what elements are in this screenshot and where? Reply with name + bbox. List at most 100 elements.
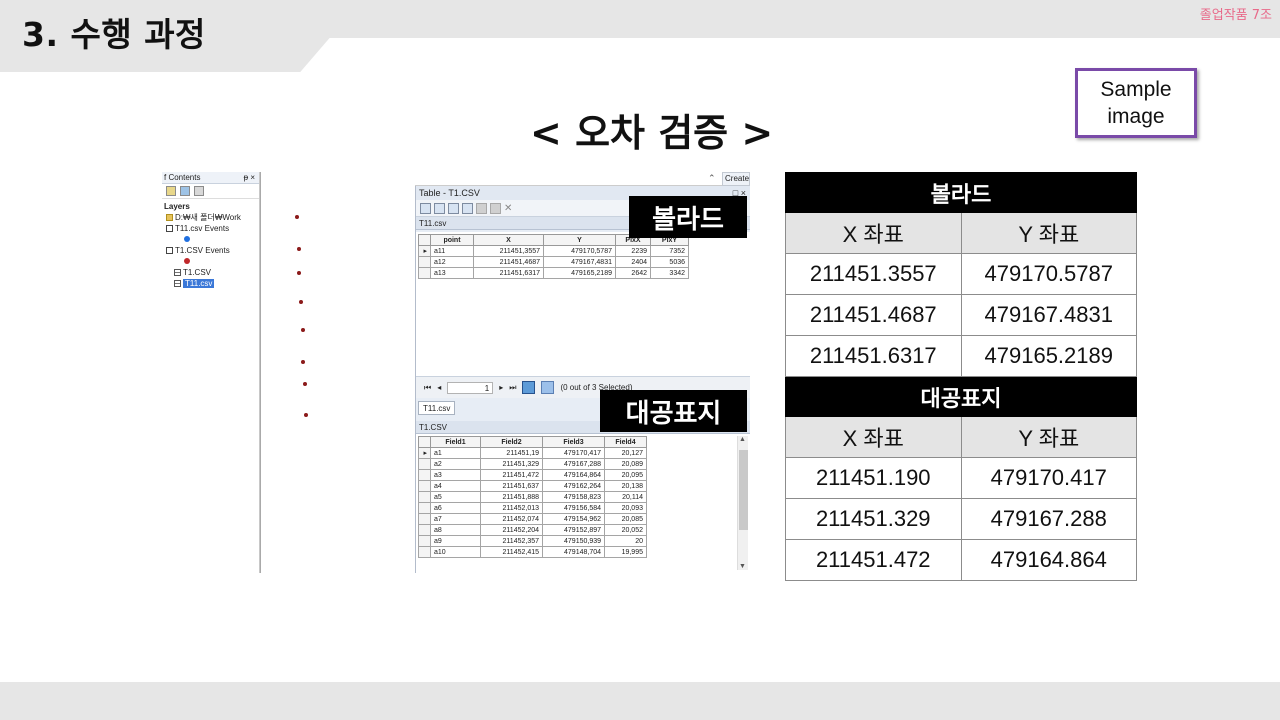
row-selector[interactable] — [418, 546, 431, 558]
table-t11[interactable]: T11.csv — [164, 278, 257, 289]
table-row[interactable]: a7 211452,074 479154,962 20,085 — [418, 513, 647, 525]
tab-t11-csv[interactable]: T11.csv — [418, 401, 456, 415]
record-number-input[interactable]: 1 — [447, 381, 494, 394]
chevron-down-icon[interactable]: ▼ — [739, 563, 746, 570]
zoom-to-selected-icon[interactable] — [490, 202, 501, 214]
row-selector[interactable] — [418, 256, 431, 268]
table-cell: a2 — [430, 458, 481, 470]
column-header[interactable]: Field2 — [480, 436, 543, 448]
row-selector[interactable] — [418, 267, 431, 279]
y-header: Y 좌표 — [960, 212, 1137, 254]
table-row[interactable]: a9 211452,357 479150,939 20 — [418, 535, 647, 547]
row-selector[interactable] — [418, 524, 431, 536]
row-selector[interactable]: ▸ — [418, 245, 431, 257]
map-view[interactable] — [260, 172, 415, 573]
team-tag: 졸업작품 7조 — [1199, 8, 1272, 23]
table-cell: 20,095 — [604, 469, 647, 481]
table-row[interactable]: a4 211451,637 479162,264 20,138 — [418, 480, 647, 492]
table-row[interactable]: a12 211451,4687 479167,4831 2404 5036 — [418, 256, 689, 268]
pin-close-icon[interactable]: ᵽ × — [244, 172, 255, 184]
related-tables-icon[interactable] — [434, 202, 445, 214]
last-record-icon[interactable]: ⏭ — [509, 383, 516, 393]
table-cell: 211452,415 — [480, 546, 543, 558]
row-selector[interactable] — [418, 535, 431, 547]
row-selector[interactable] — [418, 480, 431, 492]
list-by-drawing-order-icon[interactable] — [166, 186, 176, 196]
vertical-scrollbar[interactable]: ▲ ▼ — [737, 436, 748, 570]
workspace-folder[interactable]: D:₩새 폴더₩Work — [164, 212, 257, 223]
row-selector[interactable]: ▸ — [418, 447, 431, 459]
table-t1[interactable]: T1.CSV — [164, 267, 257, 278]
show-selected-records-icon[interactable] — [541, 381, 555, 394]
folder-icon — [166, 214, 173, 222]
chevron-up-icon[interactable]: ▲ — [739, 436, 746, 443]
column-header[interactable]: point — [430, 234, 474, 246]
create-features-tab[interactable]: Create — [722, 172, 750, 186]
table-row[interactable]: a8 211452,204 479152,897 20,052 — [418, 524, 647, 536]
column-header[interactable]: Field4 — [604, 436, 647, 448]
table-row[interactable]: a10 211452,415 479148,704 19,995 — [418, 546, 647, 558]
map-point — [301, 328, 305, 332]
scrollbar-thumb[interactable] — [739, 450, 748, 530]
next-record-icon[interactable]: ▸ — [499, 383, 503, 392]
coordinate-comparison-table: 볼라드 X 좌표 Y 좌표 211451.3557 479170.5787 21… — [785, 172, 1137, 581]
table-row[interactable]: a2 211451,329 479167,288 20,089 — [418, 458, 647, 470]
table-cell: 479148,704 — [542, 546, 605, 558]
chevron-up-icon[interactable]: ⌃ — [708, 173, 716, 184]
column-header[interactable]: Y — [543, 234, 616, 246]
column-header[interactable]: X — [473, 234, 544, 246]
table-options-icon[interactable] — [420, 202, 431, 214]
layers-root[interactable]: Layers — [164, 201, 257, 212]
table-cell: 479170,417 — [542, 447, 605, 459]
bottom-band — [0, 682, 1280, 720]
table-row[interactable]: a5 211451,888 479158,823 20,114 — [418, 491, 647, 503]
table-row[interactable]: ▸ a11 211451,3557 479170,5787 2239 7352 — [418, 245, 689, 257]
slide-title: 3. 수행 과정 — [22, 15, 206, 54]
layer-t11-events[interactable]: T11.csv Events — [164, 223, 257, 234]
table-cell: a8 — [430, 524, 481, 536]
clear-selection-icon[interactable] — [476, 202, 487, 214]
bollard-header-row: X 좌표 Y 좌표 — [785, 212, 1137, 254]
row-selector[interactable] — [418, 458, 431, 470]
table-cell: 479154,962 — [542, 513, 605, 525]
column-header[interactable]: Field1 — [430, 436, 481, 448]
benchmark-title: 대공표지 — [785, 376, 1137, 417]
table-cell: a9 — [430, 535, 481, 547]
bollard-row: 211451.6317 479165.2189 — [785, 335, 1137, 377]
previous-record-icon[interactable]: ◂ — [437, 383, 441, 392]
row-selector[interactable] — [418, 469, 431, 481]
layer-t1-events[interactable]: T1.CSV Events — [164, 245, 257, 256]
list-by-selection-icon[interactable] — [194, 186, 204, 196]
show-all-records-icon[interactable] — [522, 381, 536, 394]
sample-image-box: Sample image — [1075, 68, 1197, 138]
select-by-attributes-icon[interactable] — [448, 202, 459, 214]
table-cell: 479152,897 — [542, 524, 605, 536]
table-row[interactable]: ▸ a1 211451,19 479170,417 20,127 — [418, 447, 647, 459]
row-selector[interactable] — [418, 502, 431, 514]
table-cell: 479156,584 — [542, 502, 605, 514]
table-cell: 211451,637 — [480, 480, 543, 492]
column-header[interactable]: Field3 — [542, 436, 605, 448]
table-row[interactable]: a13 211451,6317 479165,2189 2642 3342 — [418, 267, 689, 279]
list-by-source-icon[interactable] — [180, 186, 190, 196]
row-selector[interactable] — [418, 513, 431, 525]
benchmark-header-row: X 좌표 Y 좌표 — [785, 416, 1137, 458]
delete-selected-icon[interactable]: ✕ — [504, 203, 515, 214]
table-cell: a6 — [430, 502, 481, 514]
table-cell: 211452,074 — [480, 513, 543, 525]
map-point — [303, 382, 307, 386]
toc-toolbar — [162, 184, 259, 199]
row-selector[interactable] — [418, 491, 431, 503]
checkbox-icon[interactable] — [166, 225, 173, 233]
table-row[interactable]: a6 211452,013 479156,584 20,093 — [418, 502, 647, 514]
benchmark-row: 211451.190 479170.417 — [785, 457, 1137, 499]
table-cell: 211451,472 — [480, 469, 543, 481]
table-cell: 20,089 — [604, 458, 647, 470]
switch-selection-icon[interactable] — [462, 202, 473, 214]
first-record-icon[interactable]: ⏮ — [424, 383, 431, 393]
checkbox-icon[interactable] — [166, 247, 173, 255]
x-header: X 좌표 — [785, 416, 962, 458]
table-row[interactable]: a3 211451,472 479164,864 20,095 — [418, 469, 647, 481]
table-cell: 479150,939 — [542, 535, 605, 547]
table-cell: 211451,888 — [480, 491, 543, 503]
